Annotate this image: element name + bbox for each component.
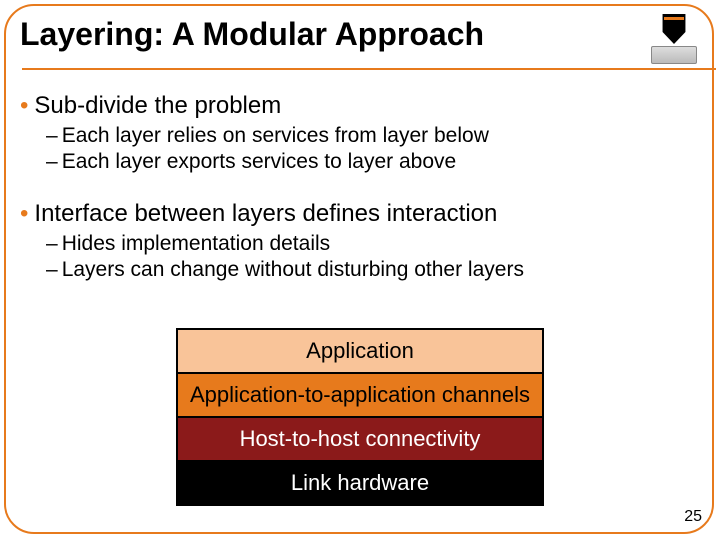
bullet-2b-text: Layers can change without disturbing oth…: [62, 258, 524, 281]
bullet-1a-text: Each layer relies on services from layer…: [62, 124, 489, 147]
layer-host-connectivity: Host-to-host connectivity: [176, 418, 544, 462]
bullet-2-text: Interface between layers defines interac…: [34, 200, 497, 227]
bullet-2a-text: Hides implementation details: [62, 232, 330, 255]
bullet-1-text: Sub-divide the problem: [34, 92, 281, 119]
layer-app-channels: Application-to-application channels: [176, 374, 544, 418]
title-area: Layering: A Modular Approach: [18, 12, 640, 59]
bullet-dash-icon: –: [46, 150, 62, 173]
layer-stack-diagram: Application Application-to-application c…: [176, 328, 544, 506]
page-number: 25: [684, 508, 702, 526]
shield-icon: [661, 14, 687, 44]
bullet-2b: –Layers can change without disturbing ot…: [60, 258, 696, 282]
bullet-1a: –Each layer relies on services from laye…: [60, 124, 696, 148]
princeton-logo: [652, 14, 696, 66]
spacer: [20, 176, 696, 194]
layer-link-hardware: Link hardware: [176, 462, 544, 506]
bullet-dash-icon: –: [46, 124, 62, 147]
bullet-dot-icon: •: [20, 92, 34, 119]
bullet-dash-icon: –: [46, 258, 62, 281]
layer-application: Application: [176, 328, 544, 374]
bullet-1: •Sub-divide the problem: [34, 92, 696, 120]
bullet-dash-icon: –: [46, 232, 62, 255]
logo-base-icon: [651, 46, 697, 64]
content-area: •Sub-divide the problem –Each layer reli…: [20, 86, 696, 284]
slide: Layering: A Modular Approach •Sub-divide…: [0, 0, 720, 540]
bullet-1b: –Each layer exports services to layer ab…: [60, 150, 696, 174]
slide-title: Layering: A Modular Approach: [18, 12, 640, 59]
bullet-dot-icon: •: [20, 200, 34, 227]
bullet-2a: –Hides implementation details: [60, 232, 696, 256]
bullet-2: •Interface between layers defines intera…: [34, 200, 696, 228]
title-underline: [22, 68, 716, 70]
bullet-1b-text: Each layer exports services to layer abo…: [62, 150, 457, 173]
